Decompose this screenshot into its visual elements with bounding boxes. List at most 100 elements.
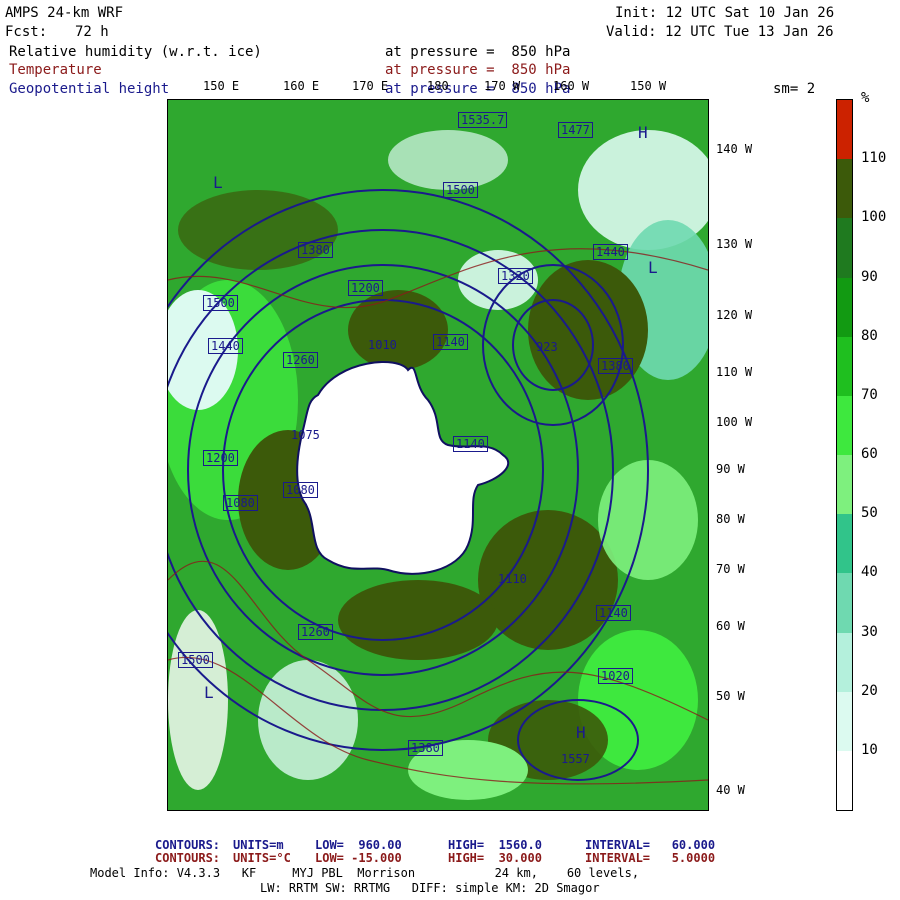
lat-label: 70 W — [716, 562, 745, 576]
low-pressure-center: L — [204, 683, 214, 702]
colorbar-tick-label: 20 — [861, 682, 878, 699]
colorbar-segment — [837, 218, 852, 278]
humidity-colorbar — [836, 99, 853, 811]
colorbar-unit: % — [861, 90, 870, 106]
contour-units-height: UNITS=m — [233, 838, 284, 852]
field-temp-name: Temperature — [9, 62, 102, 78]
height-label: 1140 — [433, 334, 468, 350]
init-time: Init: 12 UTC Sat 10 Jan 26 — [615, 5, 835, 21]
colorbar-segment — [837, 395, 852, 456]
height-label: 1535.7 — [458, 112, 508, 128]
height-label: 1500 — [203, 295, 238, 311]
colorbar-segment — [837, 632, 852, 693]
lat-label: 130 W — [716, 237, 753, 251]
colorbar-segment — [837, 336, 852, 397]
colorbar-tick-label: 80 — [861, 327, 878, 344]
height-label: 1020 — [598, 668, 633, 684]
lon-label: 170 W — [484, 79, 521, 93]
lon-label: 150 W — [630, 79, 667, 93]
colorbar-segment — [837, 159, 852, 219]
colorbar-segment — [837, 455, 852, 515]
height-label: 1140 — [596, 605, 631, 621]
height-label: 1380 — [598, 358, 633, 374]
height-label: 1477 — [558, 122, 593, 138]
height-label: 1320 — [498, 268, 533, 284]
lat-label: 140 W — [716, 142, 753, 156]
colorbar-tick-label: 30 — [861, 623, 878, 640]
forecast-hours: 72 h — [75, 24, 109, 40]
lon-label: 170 E — [352, 79, 389, 93]
height-label: 1200 — [348, 280, 383, 296]
height-label: 1500 — [443, 182, 478, 198]
colorbar-tick-label: 110 — [861, 150, 887, 167]
lon-label: 180 — [427, 79, 449, 93]
colorbar-segment — [837, 573, 852, 633]
height-label: 1380 — [298, 242, 333, 258]
contour-label-height: CONTOURS: — [155, 838, 221, 852]
lat-label: 110 W — [716, 365, 753, 379]
low-pressure-center: L — [213, 173, 223, 192]
field-height-level: at pressure = 850 hPa — [385, 81, 571, 97]
lat-label: 40 W — [716, 783, 745, 797]
lat-label: 50 W — [716, 689, 745, 703]
lon-label: 160 E — [283, 79, 320, 93]
height-label: 1140 — [453, 436, 488, 452]
height-label: 1110 — [498, 572, 527, 586]
lon-label: 160 W — [553, 79, 590, 93]
lat-label: 100 W — [716, 415, 753, 429]
height-label: 1080 — [223, 495, 258, 511]
colorbar-tick-label: 50 — [861, 505, 878, 522]
height-label: 1200 — [203, 450, 238, 466]
high-pressure-center: H — [638, 123, 648, 142]
field-height-name: Geopotential height — [9, 81, 170, 97]
colorbar-tick-label: 40 — [861, 564, 878, 581]
height-label: 1500 — [178, 652, 213, 668]
lat-label: 80 W — [716, 512, 745, 526]
colorbar-tick-label: 70 — [861, 386, 878, 403]
height-label: 923 — [536, 340, 558, 354]
height-label: 1440 — [208, 338, 243, 354]
colorbar-tick-label: 90 — [861, 268, 878, 285]
low-pressure-center: L — [648, 258, 658, 277]
colorbar-tick-label: 60 — [861, 446, 878, 462]
height-label: 1380 — [408, 740, 443, 756]
contour-label-temp: CONTOURS: — [155, 851, 221, 865]
weather-map: 1535.7 1477 1500 1440 1380 1320 1260 120… — [167, 99, 709, 811]
lat-label: 60 W — [716, 619, 745, 633]
model-info-physics: LW: RRTM SW: RRTMG DIFF: simple KM: 2D S… — [260, 881, 600, 895]
colorbar-segment — [837, 514, 852, 574]
field-temp-level: at pressure = 850 hPa — [385, 62, 571, 78]
height-label: 1440 — [593, 244, 628, 260]
valid-time: Valid: 12 UTC Tue 13 Jan 26 — [606, 24, 834, 40]
colorbar-segment — [837, 691, 852, 752]
lat-label: 120 W — [716, 308, 753, 322]
field-rh-name: Relative humidity (w.r.t. ice) — [9, 44, 262, 60]
lat-label: 90 W — [716, 462, 745, 476]
high-pressure-center: H — [576, 723, 586, 742]
forecast-label: Fcst: — [5, 24, 48, 40]
lon-label: 150 E — [203, 79, 240, 93]
smoothing-label: sm= 2 — [773, 81, 816, 97]
model-title: AMPS 24-km WRF — [5, 5, 124, 21]
contour-low-temp: LOW= -15.000 — [315, 851, 402, 865]
contour-low-height: LOW= 960.00 — [315, 838, 402, 852]
map-canvas — [168, 100, 708, 810]
height-label: 1260 — [283, 352, 318, 368]
contour-interval-temp: INTERVAL= 5.0000 — [585, 851, 716, 865]
colorbar-segment — [837, 100, 852, 160]
colorbar-tick-label: 100 — [861, 209, 887, 226]
height-label: 1075 — [291, 428, 320, 442]
contour-interval-height: INTERVAL= 60.000 — [585, 838, 716, 852]
colorbar-tick-label: 10 — [861, 741, 878, 758]
colorbar-segment — [837, 750, 852, 811]
contour-units-temp: UNITS=°C — [233, 851, 291, 865]
model-info: Model Info: V4.3.3 KF MYJ PBL Morrison 2… — [90, 866, 640, 880]
height-label: 1080 — [283, 482, 318, 498]
colorbar-segment — [837, 277, 852, 338]
field-rh-level: at pressure = 850 hPa — [385, 44, 571, 60]
height-label: 1010 — [368, 338, 397, 352]
contour-high-height: HIGH= 1560.0 — [448, 838, 542, 852]
height-label: 1557 — [561, 752, 590, 766]
contour-high-temp: HIGH= 30.000 — [448, 851, 542, 865]
height-label: 1260 — [298, 624, 333, 640]
